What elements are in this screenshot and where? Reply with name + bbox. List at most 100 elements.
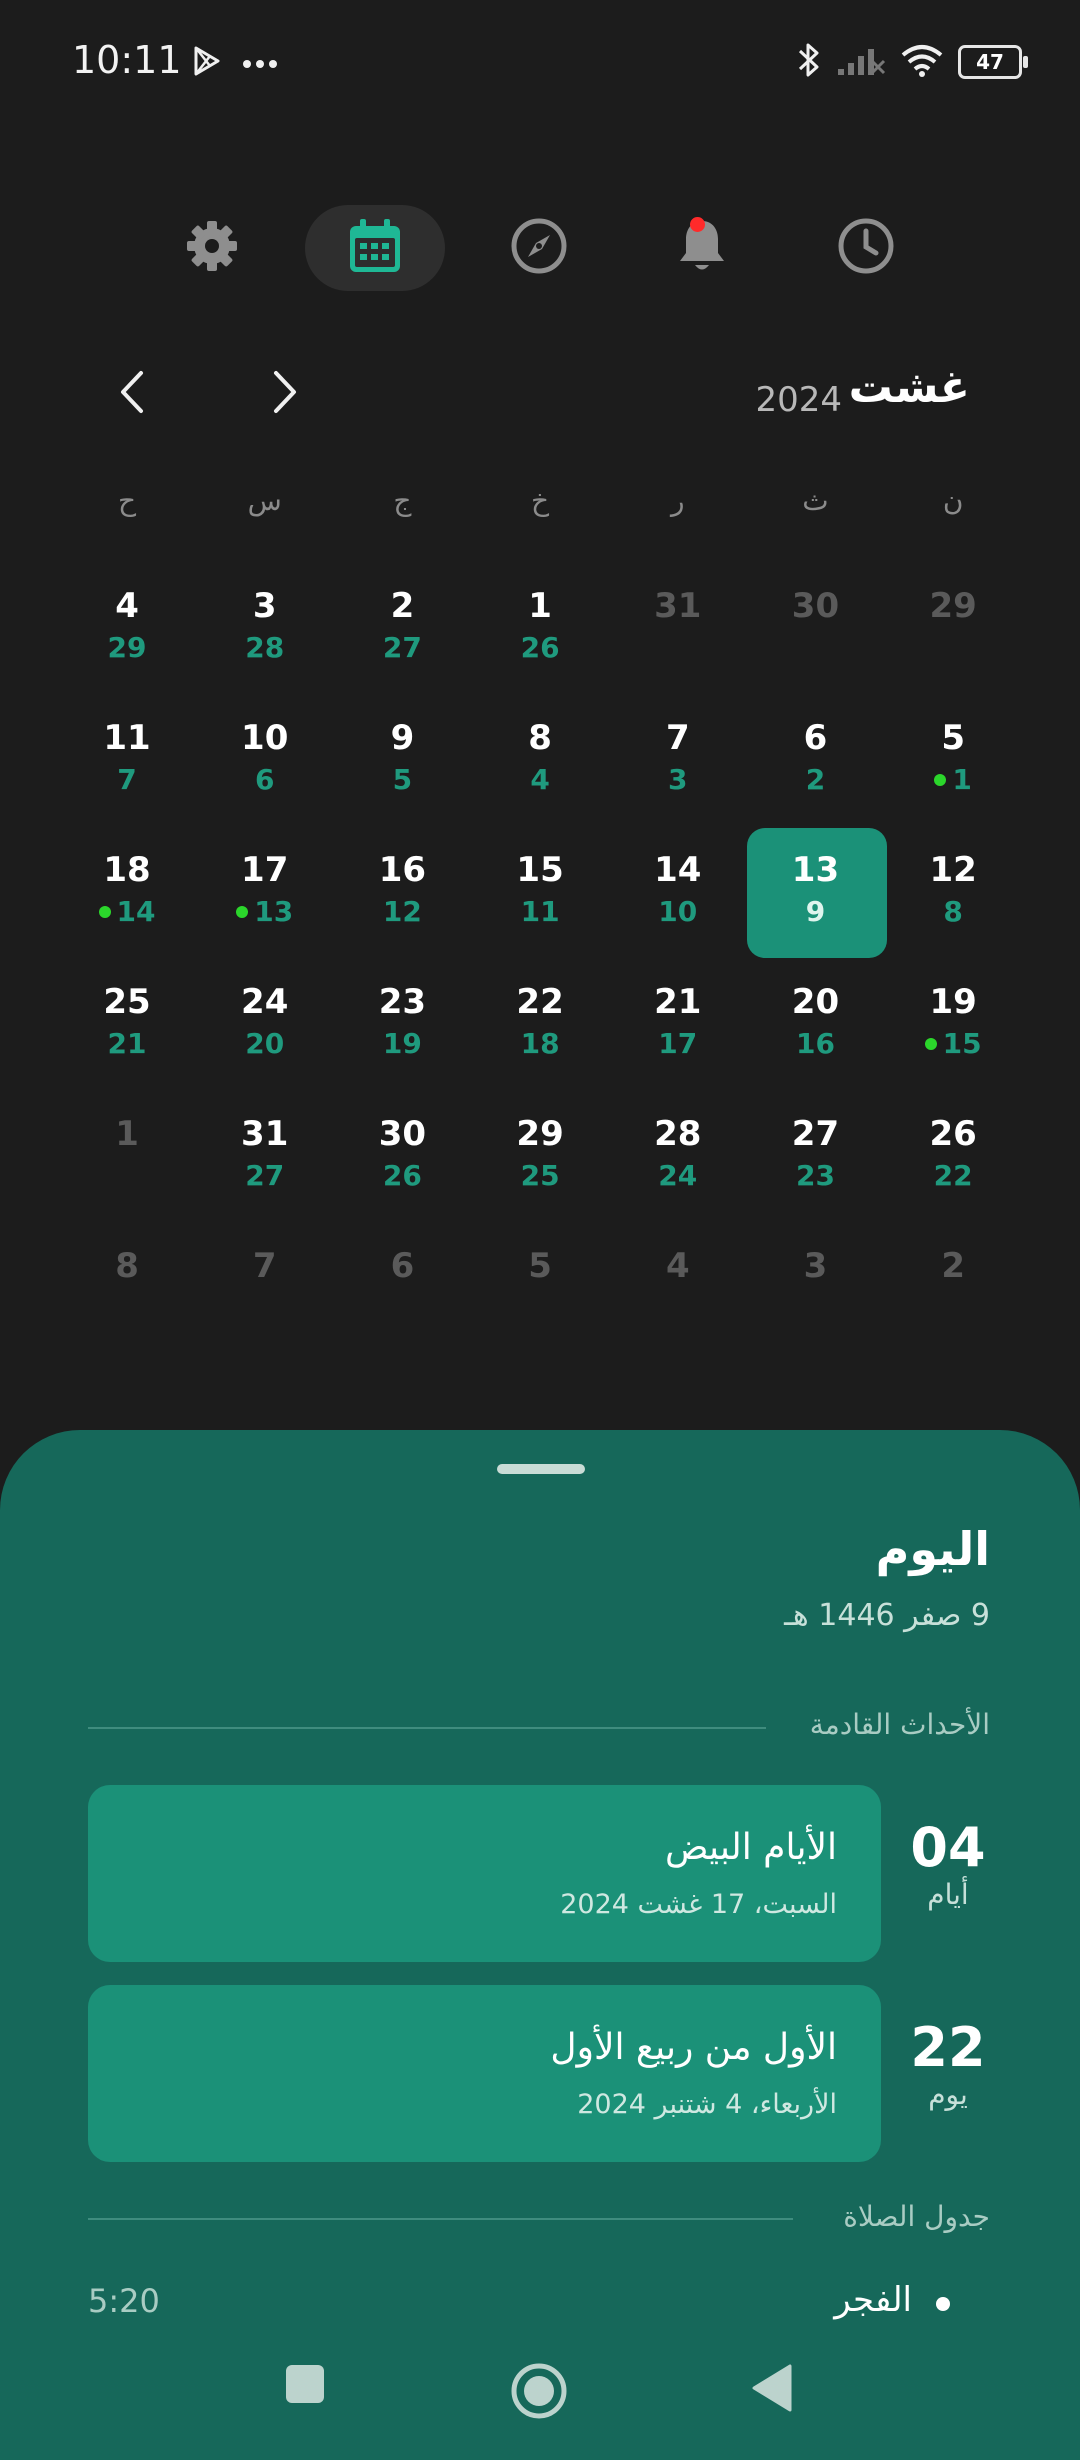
calendar-day[interactable]: 22 18 [471,962,609,1094]
calendar-day[interactable]: 14 10 [609,830,747,962]
calendar-day[interactable]: 15 11 [471,830,609,962]
gregorian-day-number: 9 [390,718,415,758]
hijri-day-number: 20 [245,1028,284,1060]
calendar-day[interactable]: 27 23 [747,1094,885,1226]
hijri-day-number: 28 [245,632,284,664]
gregorian-day-number: 3 [252,586,277,626]
next-month-button[interactable] [255,364,315,424]
prayer-schedule-header: جدول الصلاة [843,2200,990,2233]
calendar-day[interactable]: 3 [747,1226,885,1358]
hijri-day-number: 22 [934,1160,973,1192]
calendar-day[interactable]: 6 [334,1226,472,1358]
calendar-day[interactable]: 51 [884,698,1022,830]
clock-icon [837,217,895,279]
calendar-day[interactable]: 73 [609,698,747,830]
calendar-tab-button[interactable] [305,205,445,291]
calendar-day[interactable]: 1 26 [471,566,609,698]
event-count-unit: أيام [927,1878,969,1911]
event-card[interactable]: الأيام البيض السبت، 17 غشت 2024 [88,1785,881,1962]
calendar-day[interactable]: 10 6 [196,698,334,830]
calendar-day[interactable]: 62 [747,698,885,830]
calendar-day[interactable]: 4 [609,1226,747,1358]
calendar-day[interactable]: 21 17 [609,962,747,1094]
calendar-day[interactable]: 2 [884,1226,1022,1358]
play-store-icon [190,44,224,82]
home-button[interactable] [510,2362,568,2424]
hijri-day-text: 8 [943,895,963,928]
calendar-day[interactable]: 30 26 [334,1094,472,1226]
hijri-day-text: 28 [245,631,285,664]
hijri-day-number: 1 [934,764,972,796]
wifi-icon [900,43,944,81]
app-screen: 10:11 47 غشت 2024 ن ث ر خ ج س ح 29 30 31… [0,0,1080,2460]
month-title: غشت [848,362,970,413]
calendar-day[interactable]: 3 28 [196,566,334,698]
gregorian-day-number: 2 [941,1246,965,1286]
prayer-times-button[interactable] [796,205,936,291]
hijri-day-text: 23 [795,1159,835,1192]
event-indicator-dot [924,1038,937,1050]
hijri-day-text: 3 [668,763,688,796]
event-card[interactable]: الأول من ربيع الأول الأربعاء، 4 شتنبر 20… [88,1985,881,2162]
calendar-day[interactable]: 17 13 [196,830,334,962]
weekday-label: خ [531,484,550,517]
calendar-day[interactable]: 1 [58,1094,196,1226]
recents-button[interactable] [283,2362,327,2410]
qibla-compass-button[interactable] [469,205,609,291]
calendar-day[interactable]: 8 [58,1226,196,1358]
calendar-day[interactable]: 16 12 [334,830,472,962]
calendar-day-today[interactable]: 13 9 [746,828,887,962]
calendar-day[interactable]: 29 25 [471,1094,609,1226]
notifications-button[interactable] [632,205,772,291]
hijri-day-text: 29 [107,631,147,664]
prayer-row[interactable]: الفجر 5:20 [0,2280,1080,2340]
gregorian-day-number: 30 [791,586,840,626]
gregorian-day-number: 31 [654,586,702,626]
gregorian-day-number: 12 [929,850,977,890]
gregorian-day-number: 29 [929,586,977,626]
event-indicator-dot [934,774,947,786]
gregorian-day-number: 28 [654,1114,702,1154]
event-count-unit: يوم [928,2078,968,2111]
hijri-day-number: 6 [255,764,274,796]
calendar-day[interactable]: 25 21 [58,962,196,1094]
event-countdown: 04 أيام [888,1818,1008,1912]
calendar-day[interactable]: 12 8 [884,830,1022,962]
calendar-day[interactable]: 5 [471,1226,609,1358]
calendar-day[interactable]: 29 [884,566,1022,698]
today-highlight [746,828,887,958]
calendar-day[interactable]: 95 [334,698,472,830]
calendar-day[interactable]: 31 [609,566,747,698]
calendar-day[interactable]: 19 15 [884,962,1022,1094]
hijri-day-text: 26 [520,631,560,664]
event-indicator-dot [98,906,111,918]
event-title: الأول من ربيع الأول [550,2027,837,2068]
settings-button[interactable] [142,205,282,291]
previous-month-button[interactable] [102,364,162,424]
calendar-day[interactable]: 20 16 [747,962,885,1094]
gregorian-day-number: 2 [390,586,415,626]
calendar-day[interactable]: 84 [471,698,609,830]
calendar-day[interactable]: 2 27 [334,566,472,698]
calendar-day[interactable]: 30 [747,566,885,698]
event-countdown: 22 يوم [888,2018,1008,2112]
weekday-label: ج [393,484,412,517]
bottom-sheet[interactable]: اليوم 9 صفر 1446 هـ الأحداث القادمة 04 أ… [0,1430,1080,2460]
more-dots-icon [242,54,278,73]
hijri-day-number: 27 [245,1160,284,1192]
sheet-drag-handle[interactable] [497,1464,585,1474]
hijri-day-number: 9 [806,896,825,928]
gregorian-day-number: 19 [929,982,977,1022]
hijri-day-number: 4 [530,764,549,796]
calendar-day[interactable]: 24 20 [196,962,334,1094]
back-button[interactable] [750,2362,794,2418]
hijri-day-text: 27 [245,1159,285,1192]
calendar-day[interactable]: 18 14 [58,830,196,962]
calendar-day[interactable]: 4 29 [58,566,196,698]
calendar-day[interactable]: 26 22 [884,1094,1022,1226]
calendar-day[interactable]: 7 [196,1226,334,1358]
calendar-day[interactable]: 23 19 [334,962,472,1094]
calendar-day[interactable]: 28 24 [609,1094,747,1226]
calendar-day[interactable]: 31 27 [196,1094,334,1226]
calendar-day[interactable]: 11 7 [58,698,196,830]
